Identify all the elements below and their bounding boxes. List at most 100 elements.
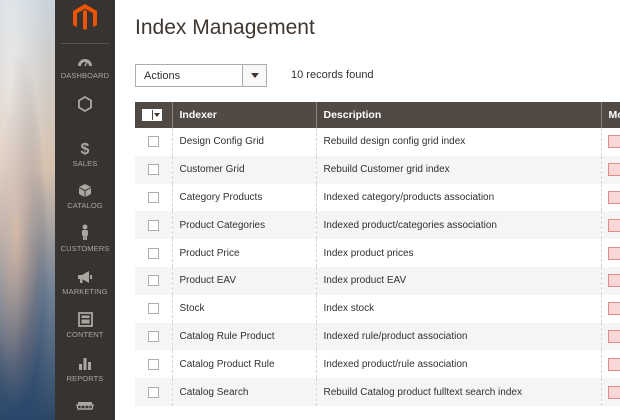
- mode-cell: [601, 239, 620, 267]
- triangle-down-icon: [154, 113, 160, 117]
- description-cell: Indexed category/products association: [316, 183, 602, 212]
- svg-text:$: $: [81, 141, 90, 156]
- row-checkbox[interactable]: [147, 330, 159, 342]
- mode-status-swatch: [607, 274, 620, 288]
- page-title: Index Management: [135, 16, 315, 39]
- mode-cell: [601, 211, 620, 240]
- mode-cell: [601, 294, 620, 323]
- megaphone-icon: [78, 271, 92, 283]
- row-checkbox[interactable]: [147, 303, 159, 315]
- row-checkbox[interactable]: [147, 191, 159, 203]
- indexer-cell: Design Config Grid: [172, 128, 317, 156]
- indexer-cell: Category Products: [172, 183, 317, 212]
- background-photo: [0, 0, 55, 420]
- sidebar-item-marketing[interactable]: MARKETING: [55, 270, 115, 296]
- mode-status-swatch: [607, 357, 620, 371]
- row-checkbox[interactable]: [147, 247, 159, 259]
- mode-status-swatch: [607, 385, 620, 399]
- indexer-cell: Catalog Product Rule: [172, 350, 317, 379]
- mode-cell: [601, 378, 620, 406]
- dropdown-toggle[interactable]: [242, 65, 266, 86]
- sidebar-item-reports[interactable]: REPORTS: [55, 356, 115, 383]
- row-checkbox-cell: [135, 378, 173, 406]
- row-checkbox-cell: [135, 266, 173, 295]
- mass-select-checkbox[interactable]: [142, 109, 162, 121]
- mass-select-header: [135, 102, 173, 128]
- dashboard-gauge-icon: [78, 59, 92, 67]
- mode-status-swatch: [607, 163, 620, 177]
- sidebar-item-dashboard[interactable]: DASHBOARD: [55, 55, 115, 80]
- indexer-cell: Customer Grid: [172, 155, 317, 184]
- indexer-cell: Catalog Rule Product: [172, 322, 317, 351]
- row-checkbox[interactable]: [147, 358, 159, 370]
- description-cell: Rebuild design config grid index: [316, 128, 602, 156]
- sidebar-divider: [61, 43, 109, 44]
- sidebar-label-content: CONTENT: [66, 330, 104, 339]
- admin-sidebar: DASHBOARD $ SALES CATALOG CUSTOMERS MARK…: [55, 0, 115, 420]
- description-cell: Indexed product/categories association: [316, 211, 602, 240]
- table-row: Design Config Grid Rebuild design config…: [135, 128, 620, 156]
- bar-chart-icon: [79, 358, 91, 370]
- mode-status-swatch: [607, 135, 620, 149]
- magento-logo-icon[interactable]: [70, 2, 100, 32]
- row-checkbox-cell: [135, 350, 173, 379]
- row-checkbox-cell: [135, 211, 173, 240]
- mass-select-box: [143, 110, 153, 120]
- sidebar-item-stores[interactable]: [55, 401, 115, 413]
- mode-status-swatch: [607, 190, 620, 204]
- row-checkbox-cell: [135, 322, 173, 351]
- mode-cell: [601, 128, 620, 156]
- row-checkbox[interactable]: [147, 219, 159, 231]
- table-row: Customer Grid Rebuild Customer grid inde…: [135, 155, 620, 184]
- description-cell: Index stock: [316, 294, 602, 323]
- row-checkbox[interactable]: [147, 275, 159, 287]
- description-cell: Indexed rule/product association: [316, 322, 602, 351]
- column-header-description[interactable]: Description: [316, 102, 602, 128]
- column-header-indexer[interactable]: Indexer: [172, 102, 317, 128]
- person-icon: [82, 224, 88, 240]
- hexagon-icon: [78, 96, 92, 112]
- table-row: Catalog Product Rule Indexed product/rul…: [135, 350, 620, 379]
- description-cell: Rebuild Catalog product fulltext search …: [316, 378, 602, 406]
- mode-cell: [601, 350, 620, 379]
- row-checkbox[interactable]: [147, 136, 159, 148]
- mode-status-swatch: [607, 302, 620, 316]
- indexer-cell: Stock: [172, 294, 317, 323]
- sidebar-item-sales[interactable]: $ SALES: [55, 140, 115, 168]
- sidebar-item-content[interactable]: CONTENT: [55, 312, 115, 339]
- description-cell: Index product EAV: [316, 266, 602, 295]
- mass-select-toggle[interactable]: [153, 113, 161, 117]
- row-checkbox[interactable]: [147, 164, 159, 176]
- table-row: Stock Index stock: [135, 294, 620, 323]
- dollar-icon: $: [81, 141, 90, 156]
- sidebar-item-catalog[interactable]: CATALOG: [55, 183, 115, 210]
- sidebar-item-customers[interactable]: CUSTOMERS: [55, 224, 115, 253]
- mode-cell: [601, 266, 620, 295]
- sidebar-label-catalog: CATALOG: [67, 201, 103, 210]
- mode-cell: [601, 183, 620, 212]
- table-row: Product Price Index product prices: [135, 239, 620, 267]
- indexer-cell: Product EAV: [172, 266, 317, 295]
- row-checkbox-cell: [135, 183, 173, 212]
- row-checkbox-cell: [135, 155, 173, 184]
- description-cell: Rebuild Customer grid index: [316, 155, 602, 184]
- sidebar-item-hexagon[interactable]: [55, 96, 115, 112]
- mass-actions-dropdown[interactable]: Actions: [135, 64, 267, 87]
- column-header-mode[interactable]: Mo: [601, 102, 620, 128]
- sidebar-label-marketing: MARKETING: [62, 287, 108, 296]
- row-checkbox[interactable]: [147, 386, 159, 398]
- indexer-cell: Product Categories: [172, 211, 317, 240]
- indexer-grid: Indexer Description Mo Design Config Gri…: [135, 102, 620, 406]
- triangle-down-icon: [250, 73, 259, 78]
- indexer-cell: Catalog Search: [172, 378, 317, 406]
- cube-icon: [79, 184, 91, 197]
- table-row: Product EAV Index product EAV: [135, 266, 620, 295]
- content-layout-icon: [77, 312, 93, 327]
- table-row: Product Categories Indexed product/categ…: [135, 211, 620, 240]
- row-checkbox-cell: [135, 294, 173, 323]
- table-row: Category Products Indexed category/produ…: [135, 183, 620, 212]
- grid-header-row: Indexer Description Mo: [135, 102, 620, 128]
- actions-dropdown-label: Actions: [144, 69, 181, 82]
- table-row: Catalog Search Rebuild Catalog product f…: [135, 378, 620, 406]
- mode-status-swatch: [607, 218, 620, 232]
